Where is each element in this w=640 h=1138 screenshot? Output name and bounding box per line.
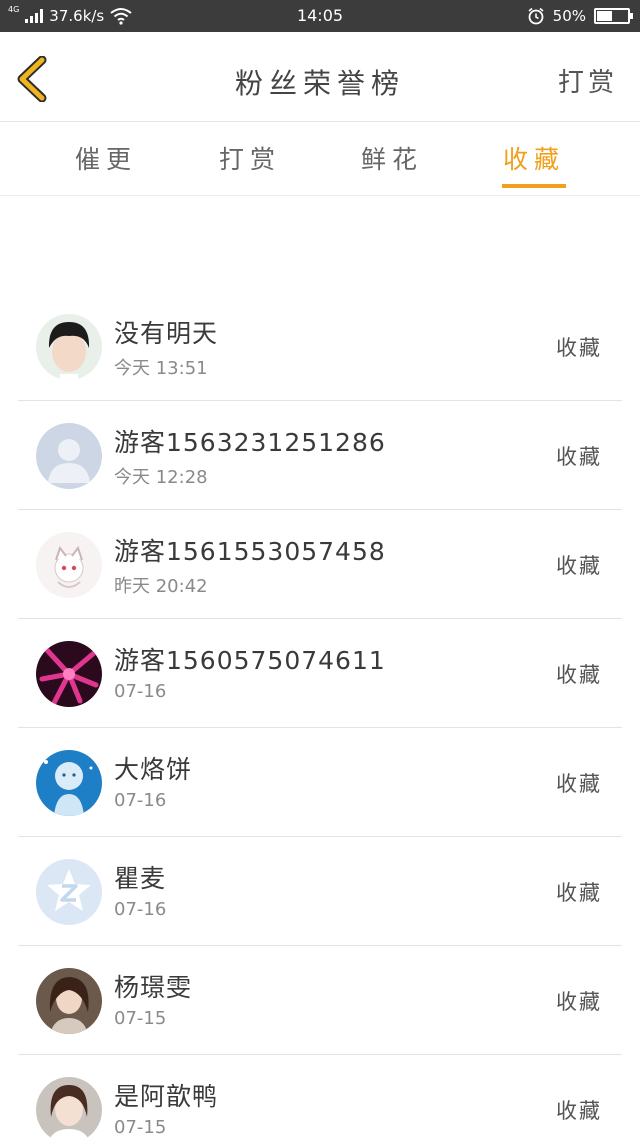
list-item[interactable]: 游客1563231251286 今天 12:28 收藏 (18, 401, 622, 510)
avatar (36, 750, 102, 816)
fan-name: 杨璟雯 (114, 973, 193, 1002)
favorite-label: 收藏 (556, 881, 602, 905)
tab-bar: 催更 打赏 鲜花 收藏 (0, 122, 640, 196)
fan-name: 游客1561553057458 (114, 537, 386, 566)
page-title: 粉丝荣誉榜 (234, 67, 405, 100)
avatar (36, 532, 102, 598)
list-item[interactable]: 瞿麦 07-16 收藏 (18, 837, 622, 946)
app-header: 粉丝荣誉榜 打赏 (0, 32, 640, 122)
tab-favorites[interactable]: 收藏 (484, 140, 584, 176)
battery-icon (594, 8, 633, 24)
avatar (36, 1077, 102, 1138)
list-item[interactable]: 没有明天 今天 13:51 收藏 (18, 292, 622, 401)
favorite-label: 收藏 (556, 1099, 602, 1123)
avatar (36, 423, 102, 489)
fan-time: 07-16 (114, 790, 167, 811)
fan-time: 今天 12:28 (114, 467, 208, 488)
tab-urge-update[interactable]: 催更 (56, 140, 156, 176)
list-item[interactable]: 游客1561553057458 昨天 20:42 收藏 (18, 510, 622, 619)
fan-time: 07-15 (114, 1008, 167, 1029)
list-item[interactable]: 是阿歆鸭 07-15 收藏 (18, 1055, 622, 1138)
fan-time: 07-16 (114, 681, 167, 702)
status-right: 50% (527, 0, 633, 32)
favorite-label: 收藏 (556, 663, 602, 687)
list-item[interactable]: 游客1560575074611 07-16 收藏 (18, 619, 622, 728)
avatar (36, 641, 102, 707)
avatar (36, 314, 102, 380)
favorite-label: 收藏 (556, 336, 602, 360)
avatar (36, 859, 102, 925)
fan-name: 瞿麦 (114, 864, 167, 893)
battery-percent: 50% (552, 7, 586, 25)
fan-name: 是阿歆鸭 (114, 1082, 219, 1111)
tab-reward[interactable]: 打赏 (200, 140, 300, 176)
favorite-label: 收藏 (556, 445, 602, 469)
status-bar: 4G 37.6k/s 14:05 50% (0, 0, 640, 32)
fan-name: 大烙饼 (114, 755, 193, 784)
fan-list: 没有明天 今天 13:51 收藏 游客1563231251286 今天 12:2… (18, 292, 622, 1138)
fan-name: 游客1563231251286 (114, 428, 386, 457)
favorite-label: 收藏 (556, 990, 602, 1014)
fan-name: 游客1560575074611 (114, 646, 386, 675)
avatar (36, 968, 102, 1034)
list-item[interactable]: 大烙饼 07-16 收藏 (18, 728, 622, 837)
active-tab-indicator (502, 184, 566, 188)
fan-time: 07-16 (114, 899, 167, 920)
list-item[interactable]: 杨璟雯 07-15 收藏 (18, 946, 622, 1055)
fan-time: 昨天 20:42 (114, 576, 208, 597)
reward-button[interactable]: 打赏 (558, 62, 618, 99)
alarm-clock-icon (528, 7, 544, 25)
favorite-label: 收藏 (556, 772, 602, 796)
tab-flowers[interactable]: 鲜花 (342, 140, 442, 176)
fan-time: 今天 13:51 (114, 358, 208, 379)
fan-time: 07-15 (114, 1117, 167, 1138)
fan-name: 没有明天 (114, 319, 219, 348)
favorite-label: 收藏 (556, 554, 602, 578)
